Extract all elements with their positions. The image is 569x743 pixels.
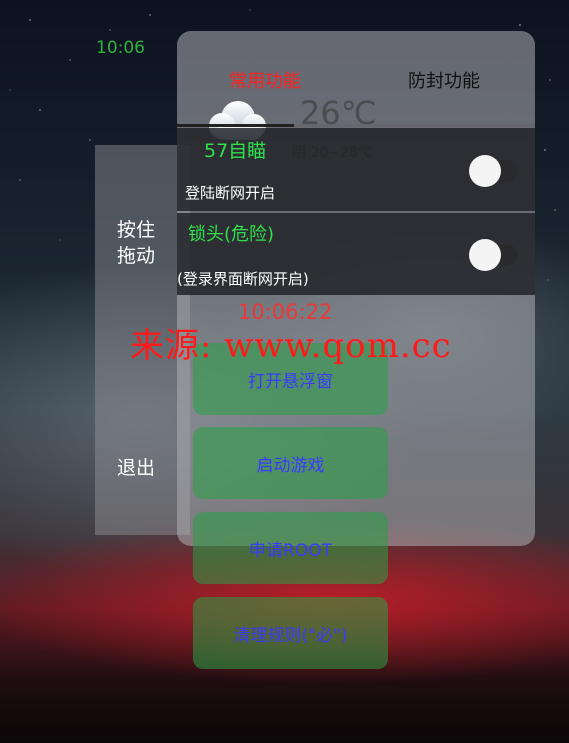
progress-fill: [177, 124, 294, 127]
watermark: 来源: www.qom.cc: [130, 326, 452, 366]
toggle-knob: [469, 239, 501, 271]
tab-common-functions[interactable]: 常用功能: [229, 67, 301, 93]
request-root-button[interactable]: 申请ROOT: [193, 512, 388, 584]
status-clock: 10:06: [96, 38, 145, 58]
start-game-button[interactable]: 启动游戏: [193, 427, 388, 499]
drag-label[interactable]: 按住拖动: [117, 217, 169, 269]
toggle-switch[interactable]: [469, 239, 517, 271]
divider-progress: [177, 124, 535, 127]
toggle-knob: [469, 155, 501, 187]
setting-title: 锁头(危险): [188, 224, 275, 245]
setting-subtitle: (登录界面断网开启): [177, 270, 309, 288]
weather-status: 57自瞄: [204, 140, 267, 162]
setting-subtitle: 登陆断网开启: [185, 184, 276, 202]
weather-range: 阴 20~28℃: [292, 145, 374, 161]
tab-anti-ban[interactable]: 防封功能: [408, 67, 480, 93]
setting-row-headlock: 锁头(危险) (登录界面断网开启): [177, 213, 535, 295]
clean-rules-button[interactable]: 清理规则("必"): [193, 597, 388, 669]
exit-button[interactable]: 退出: [117, 453, 155, 480]
toggle-switch[interactable]: [469, 155, 517, 187]
